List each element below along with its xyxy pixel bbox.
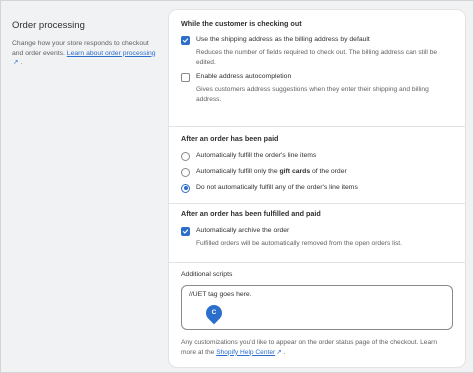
fulfill-all-radio[interactable] [181, 151, 190, 161]
autocomplete-label: Enable address autocompletion [196, 73, 292, 81]
check-icon [182, 228, 189, 234]
shopify-help-center-link[interactable]: Shopify Help Center [216, 349, 275, 356]
checkout-title: While the customer is checking out [181, 19, 302, 28]
section-info: Order processing Change how your store r… [12, 19, 157, 68]
gift-cards-radio[interactable] [181, 167, 190, 177]
fulfilled-title: After an order has been fulfilled and pa… [181, 209, 321, 218]
archive-label: Automatically archive the order [196, 227, 290, 234]
paid-option-fulfill-all[interactable]: Automatically fulfill the order's line i… [181, 151, 453, 161]
archive-checkbox[interactable] [181, 226, 190, 236]
archive-help: Fulfilled orders will be automatically r… [196, 240, 402, 247]
section-desc-end: . [20, 59, 23, 67]
external-link-icon: ↗ [13, 59, 19, 67]
fulfilled-block: After an order has been fulfilled and pa… [169, 209, 465, 249]
additional-scripts-label: Additional scripts [181, 271, 233, 278]
learn-order-processing-link[interactable]: Learn about order processing [67, 50, 156, 57]
checkout-block: While the customer is checking out Use t… [169, 19, 465, 104]
divider [169, 262, 465, 263]
autocomplete-help: Gives customers address suggestions when… [196, 86, 429, 103]
autocomplete-checkbox[interactable] [181, 72, 190, 82]
use-shipping-checkbox[interactable] [181, 35, 190, 45]
additional-scripts-textarea[interactable]: //UET tag goes here. C [181, 285, 453, 330]
paid-option-none[interactable]: Do not automatically fulfill any of the … [181, 183, 453, 193]
page-frame: Order processing Change how your store r… [0, 0, 474, 373]
settings-card: While the customer is checking out Use t… [169, 10, 465, 367]
use-shipping-help: Reduces the number of fields required to… [196, 49, 438, 66]
paid-title: After an order has been paid [181, 134, 279, 143]
check-icon [182, 37, 189, 43]
archive-row[interactable]: Automatically archive the order [181, 226, 453, 236]
divider [169, 126, 465, 127]
scripts-help: Any customizations you'd like to appear … [181, 338, 453, 357]
fulfill-all-label: Automatically fulfill the order's line i… [196, 152, 317, 159]
no-fulfill-label: Do not automatically fulfill any of the … [196, 184, 358, 191]
gift-cards-label: Automatically fulfill only the gift card… [196, 168, 347, 175]
external-link-icon: ↗ [276, 348, 282, 356]
textarea-value: //UET tag goes here. [189, 291, 252, 298]
section-title: Order processing [12, 20, 85, 31]
use-shipping-row[interactable]: Use the shipping address as the billing … [181, 35, 453, 45]
autocomplete-row[interactable]: Enable address autocompletion [181, 72, 453, 82]
cursor-badge-letter: C [211, 309, 217, 316]
scripts-help-end: . [283, 348, 286, 356]
paid-option-gift-cards[interactable]: Automatically fulfill only the gift card… [181, 167, 453, 177]
no-fulfill-radio[interactable] [181, 183, 190, 193]
paid-block: After an order has been paid Automatical… [169, 134, 465, 193]
use-shipping-label: Use the shipping address as the billing … [196, 36, 370, 43]
divider [169, 203, 465, 204]
scripts-block: Additional scripts //UET tag goes here. … [169, 270, 465, 357]
section-description: Change how your store responds to checko… [12, 39, 157, 68]
